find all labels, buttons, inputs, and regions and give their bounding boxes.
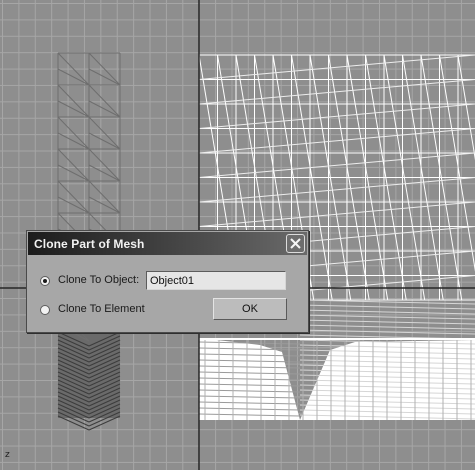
axis-label: z <box>5 450 10 460</box>
dialog-titlebar[interactable]: Clone Part of Mesh <box>28 232 307 255</box>
dialog-title: Clone Part of Mesh <box>34 237 145 251</box>
object-name-input[interactable] <box>146 271 286 290</box>
close-icon <box>290 238 301 249</box>
radio-button-selected-icon[interactable] <box>40 276 50 286</box>
ok-button[interactable]: OK <box>213 298 287 320</box>
close-button[interactable] <box>286 234 305 253</box>
radio-label-clone-to-object: Clone To Object: <box>58 274 140 286</box>
radio-button-empty-icon[interactable] <box>40 305 50 315</box>
clone-part-of-mesh-dialog: Clone Part of Mesh Clone To Object: Clon… <box>26 230 309 333</box>
radio-label-clone-to-element: Clone To Element <box>58 303 145 315</box>
